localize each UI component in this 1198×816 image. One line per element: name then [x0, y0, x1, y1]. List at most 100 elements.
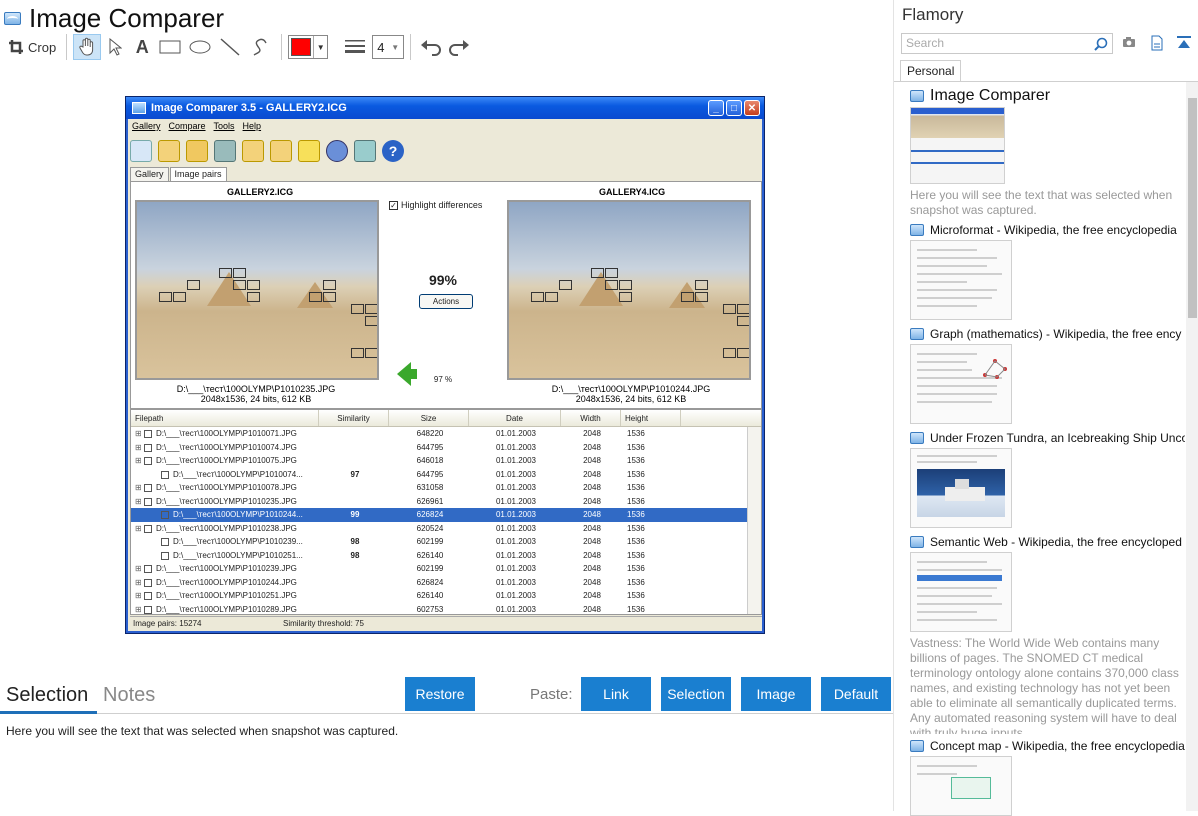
search-input[interactable]: Search	[901, 33, 1113, 54]
collapse-top-icon[interactable]	[1176, 35, 1192, 51]
cell-width: 2048	[583, 537, 601, 547]
list-item[interactable]: Concept map - Wikipedia, the free encycl…	[910, 738, 1185, 816]
list-item[interactable]: Image Comparer Here you will see the tex…	[910, 87, 1185, 218]
expand-icon: ⊞	[135, 442, 144, 452]
filepath-text: D:\___\тест\100OLYMP\P1010244.JPG	[155, 577, 297, 587]
redo-icon	[449, 40, 470, 56]
diff-box	[531, 292, 544, 302]
line-tool-button[interactable]	[215, 34, 245, 60]
cell-height: 1536	[627, 456, 645, 466]
cell-date: 01.01.2003	[495, 604, 537, 614]
ellipse-icon	[189, 40, 211, 54]
cell-width: 2048	[583, 469, 601, 479]
list-item[interactable]: Graph (mathematics) - Wikipedia, the fre…	[910, 326, 1185, 424]
line-width-value: 4	[377, 39, 385, 55]
cell-height: 1536	[627, 429, 645, 439]
menu-gallery: Gallery	[132, 121, 161, 131]
snapshot-description: Vastness: The World Wide Web contains ma…	[910, 636, 1179, 734]
undo-button[interactable]	[417, 34, 445, 60]
list-item[interactable]: Under Frozen Tundra, an Icebreaking Ship…	[910, 430, 1185, 528]
crop-button[interactable]: Crop	[4, 34, 60, 60]
cell-size: 626824	[416, 577, 444, 587]
minimize-icon: _	[708, 100, 724, 116]
scrollbar-thumb[interactable]	[1188, 98, 1197, 318]
ellipse-tool-button[interactable]	[185, 34, 215, 60]
cell-date: 01.01.2003	[495, 564, 537, 574]
rectangle-tool-button[interactable]	[155, 34, 185, 60]
tab-selection-indicator	[0, 711, 97, 714]
filepath-text: D:\___\тест\100OLYMP\P1010244...	[173, 510, 303, 520]
table-row: D:\___\тест\100OLYMP\P1010251... 98 626140…	[131, 549, 761, 563]
checkbox-icon	[143, 524, 152, 533]
diff-box	[605, 280, 618, 290]
search-icon[interactable]	[1094, 37, 1108, 51]
checkbox-icon	[161, 511, 169, 520]
window-app-icon	[132, 102, 146, 114]
list-item[interactable]: Microformat - Wikipedia, the free encycl…	[910, 222, 1185, 320]
main-pane: Image Comparer Crop A ▼ 4 ▼ Image Compar…	[0, 0, 893, 811]
selection-text[interactable]: Here you will see the text that was sele…	[6, 724, 398, 738]
snapshot-thumbnail	[910, 240, 1012, 320]
paste-image-button[interactable]: Image	[741, 677, 811, 711]
cell-similarity: 99	[350, 510, 360, 520]
restore-button[interactable]: Restore	[405, 677, 475, 711]
rectangle-icon	[159, 40, 181, 54]
undo-icon	[421, 40, 442, 56]
camera-icon[interactable]	[1122, 35, 1136, 49]
filepath-text: D:\___\тест\100OLYMP\P1010289.JPG	[155, 604, 297, 614]
paste-default-button[interactable]: Default	[821, 677, 891, 711]
text-tool-button[interactable]: A	[129, 34, 155, 60]
threshold-percent: 97 %	[433, 375, 453, 384]
checkbox-icon	[161, 551, 169, 560]
cell-date: 01.01.2003	[495, 510, 537, 520]
tab-notes[interactable]: Notes	[103, 684, 155, 707]
cell-filepath: ⊞ D:\___\тест\100OLYMP\P1010238.JPG	[131, 524, 319, 533]
cell-width: 2048	[583, 577, 601, 587]
paste-label: Paste:	[530, 686, 573, 703]
redo-button[interactable]	[445, 34, 473, 60]
line-width-select[interactable]: 4 ▼	[372, 35, 405, 59]
line-icon	[220, 38, 240, 56]
table-row: D:\___\тест\100OLYMP\P1010074... 97 644795…	[131, 468, 761, 482]
filepath-text: D:\___\тест\100OLYMP\P1010074...	[173, 469, 303, 479]
diff-box	[219, 268, 232, 278]
cell-size: 602199	[416, 537, 444, 547]
chevron-down-icon: ▼	[313, 36, 327, 58]
chevron-down-icon: ▼	[391, 42, 400, 52]
checkbox-icon	[143, 578, 152, 587]
freehand-tool-button[interactable]	[245, 34, 275, 60]
cell-filepath: ⊞ D:\___\тест\100OLYMP\P1010244.JPG	[131, 578, 319, 587]
select-tool-button[interactable]	[101, 34, 129, 60]
color-picker[interactable]: ▼	[288, 35, 329, 59]
paste-selection-button[interactable]: Selection	[661, 677, 731, 711]
tab-selection[interactable]: Selection	[6, 684, 88, 707]
table-row: ⊞ D:\___\тест\100OLYMP\P1010251.JPG 62614…	[131, 589, 761, 603]
document-icon[interactable]	[1150, 35, 1164, 51]
tab-divider	[894, 81, 1198, 82]
filepath-text: D:\___\тест\100OLYMP\P1010251...	[173, 550, 303, 560]
checkbox-icon	[143, 457, 152, 466]
cell-width: 2048	[583, 604, 601, 614]
cell-date: 01.01.2003	[495, 429, 537, 439]
cell-date: 01.01.2003	[495, 537, 537, 547]
table-row: ⊞ D:\___\тест\100OLYMP\P1010074.JPG 64479…	[131, 441, 761, 455]
diff-box	[737, 348, 749, 358]
snapshot-tab-gallery: Gallery	[130, 167, 169, 181]
list-item[interactable]: Semantic Web - Wikipedia, the free encyc…	[910, 534, 1185, 734]
diff-box	[159, 292, 172, 302]
image-compare-panel: GALLERY2.ICG GALLERY4.ICG ✓ Highlight di…	[130, 181, 762, 409]
cell-size: 626140	[416, 591, 444, 601]
cell-height: 1536	[627, 496, 645, 506]
sidebar-scrollbar[interactable]	[1186, 82, 1198, 811]
hand-tool-button[interactable]	[73, 34, 102, 60]
gallery-tool-icon	[130, 140, 152, 162]
column-filepath: Filepath	[131, 410, 319, 426]
filepath-text: D:\___\тест\100OLYMP\P1010238.JPG	[155, 523, 297, 533]
paste-link-button[interactable]: Link	[581, 677, 651, 711]
cell-width: 2048	[583, 496, 601, 506]
tab-personal[interactable]: Personal	[900, 60, 962, 82]
status-image-pairs: Image pairs: 15274	[133, 618, 202, 628]
cell-filepath: ⊞ D:\___\тест\100OLYMP\P1010078.JPG	[131, 483, 319, 492]
cell-height: 1536	[627, 523, 645, 533]
color-swatch	[291, 38, 312, 56]
